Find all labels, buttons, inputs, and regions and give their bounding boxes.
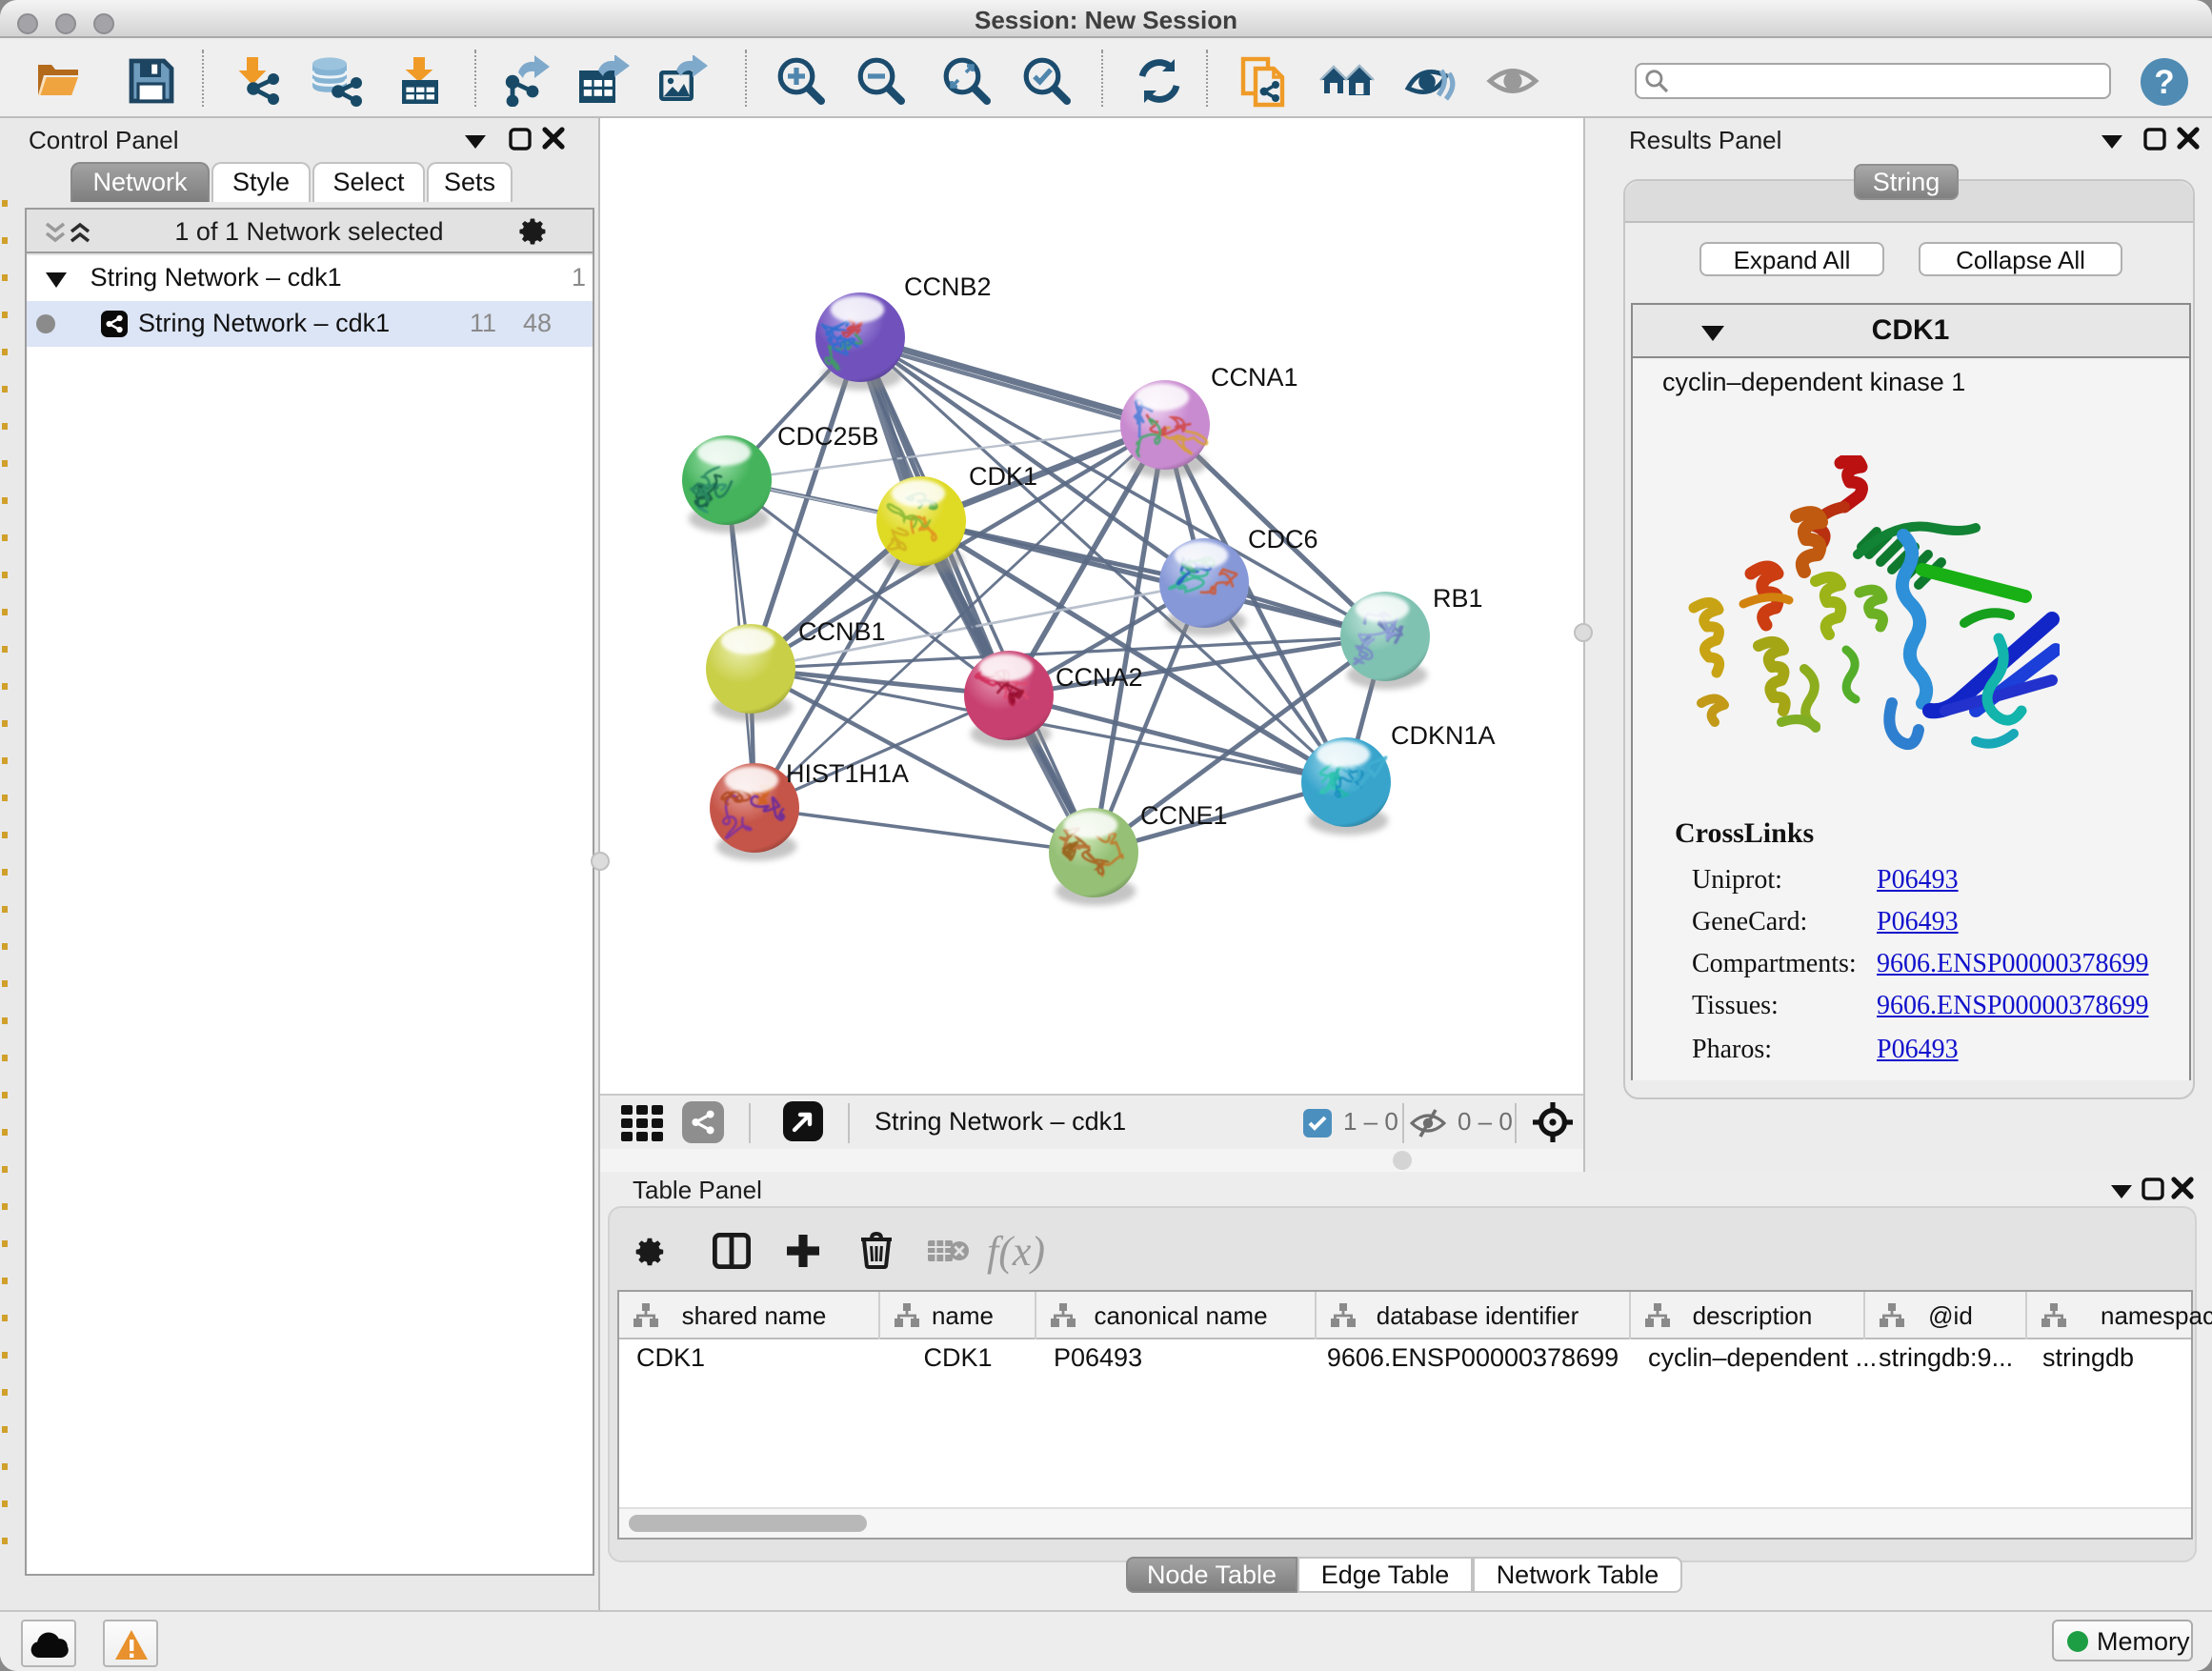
svg-text:CCNE1: CCNE1: [1140, 801, 1228, 830]
svg-text:CCNA2: CCNA2: [1056, 663, 1143, 692]
svg-text:CDC6: CDC6: [1248, 525, 1318, 554]
svg-text:CDK1: CDK1: [969, 462, 1037, 491]
svg-text:CDKN1A: CDKN1A: [1391, 721, 1496, 750]
svg-text:HIST1H1A: HIST1H1A: [786, 759, 909, 788]
svg-text:CDC25B: CDC25B: [777, 422, 879, 451]
svg-text:CCNA1: CCNA1: [1211, 363, 1298, 392]
svg-text:?: ?: [2154, 63, 2174, 100]
svg-text:RB1: RB1: [1433, 584, 1483, 613]
svg-text:CCNB2: CCNB2: [904, 272, 992, 301]
svg-text:CCNB1: CCNB1: [798, 617, 886, 646]
